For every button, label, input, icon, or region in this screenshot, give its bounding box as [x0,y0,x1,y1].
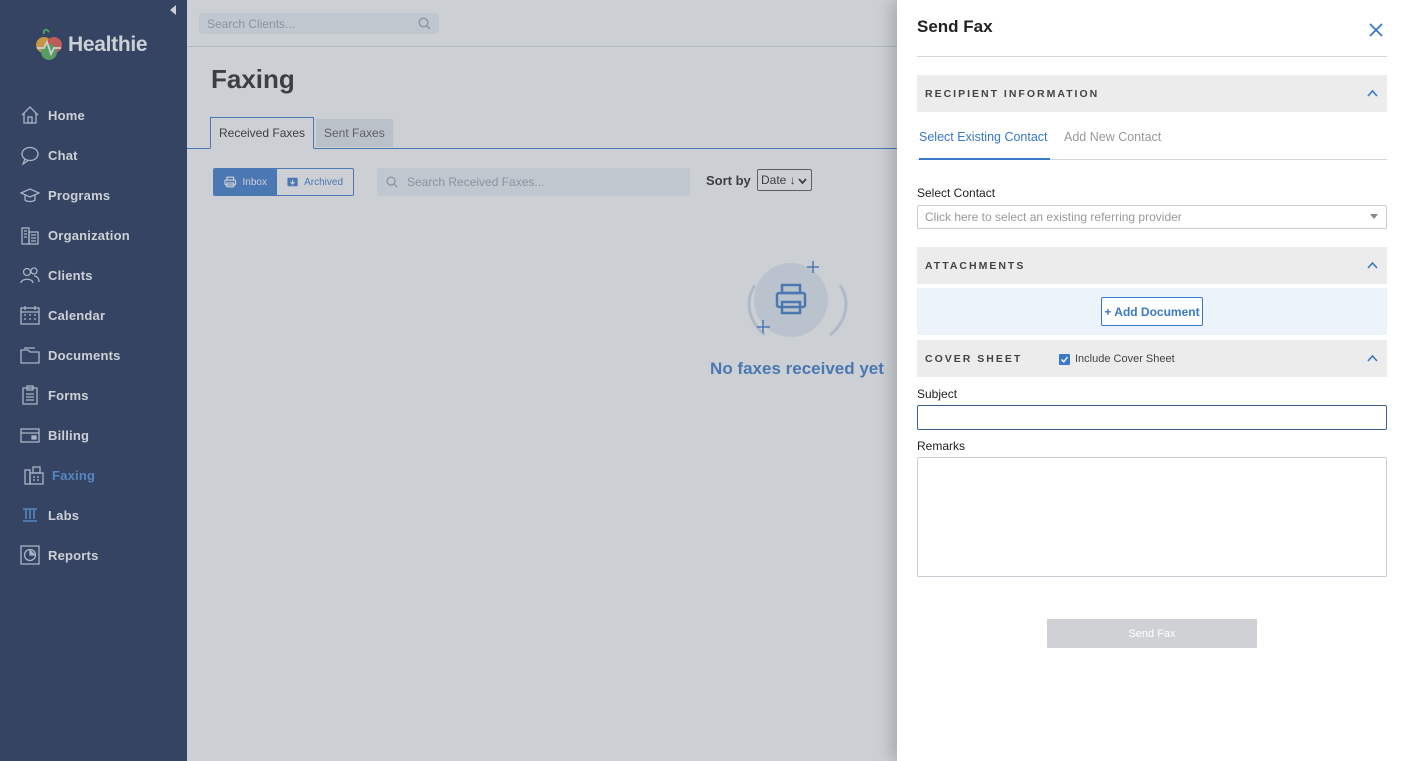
caret-down-icon [1370,214,1378,219]
include-cover-sheet-checkbox[interactable]: Include Cover Sheet [1059,353,1175,365]
chevron-up-icon[interactable] [1367,88,1378,99]
add-document-button[interactable]: + Add Document [1101,297,1203,326]
send-fax-button[interactable]: Send Fax [1047,619,1257,648]
cover-sheet-section[interactable]: COVER SHEET Include Cover Sheet [917,340,1387,377]
attachments-section[interactable]: ATTACHMENTS [917,247,1387,284]
recipient-information-section[interactable]: RECIPIENT INFORMATION [917,75,1387,112]
include-cover-sheet-label: Include Cover Sheet [1075,353,1175,365]
subject-label: Subject [917,387,958,401]
section-title: RECIPIENT INFORMATION [925,87,1100,100]
remarks-label: Remarks [917,439,966,453]
subject-input[interactable] [917,405,1387,430]
chevron-up-icon[interactable] [1367,353,1378,364]
contact-tabs: Select Existing Contact Add New Contact [917,124,1387,160]
modal-backdrop[interactable] [0,0,897,761]
chevron-up-icon[interactable] [1367,260,1378,271]
section-title: ATTACHMENTS [925,259,1026,272]
send-fax-drawer: Send Fax RECIPIENT INFORMATION Select Ex… [897,0,1403,761]
checkbox-checked-icon [1059,353,1070,365]
drawer-title: Send Fax [917,17,993,36]
section-title: COVER SHEET [925,352,1023,365]
attachments-area: + Add Document [917,288,1387,335]
select-contact-label: Select Contact [917,186,996,200]
remarks-textarea[interactable] [917,457,1387,577]
select-contact-placeholder: Click here to select an existing referri… [925,210,1182,224]
tab-select-existing-contact[interactable]: Select Existing Contact [919,130,1050,160]
divider [917,56,1387,57]
tab-add-new-contact[interactable]: Add New Contact [1064,130,1161,160]
select-contact-dropdown[interactable]: Click here to select an existing referri… [917,205,1387,229]
close-icon[interactable] [1368,22,1384,38]
